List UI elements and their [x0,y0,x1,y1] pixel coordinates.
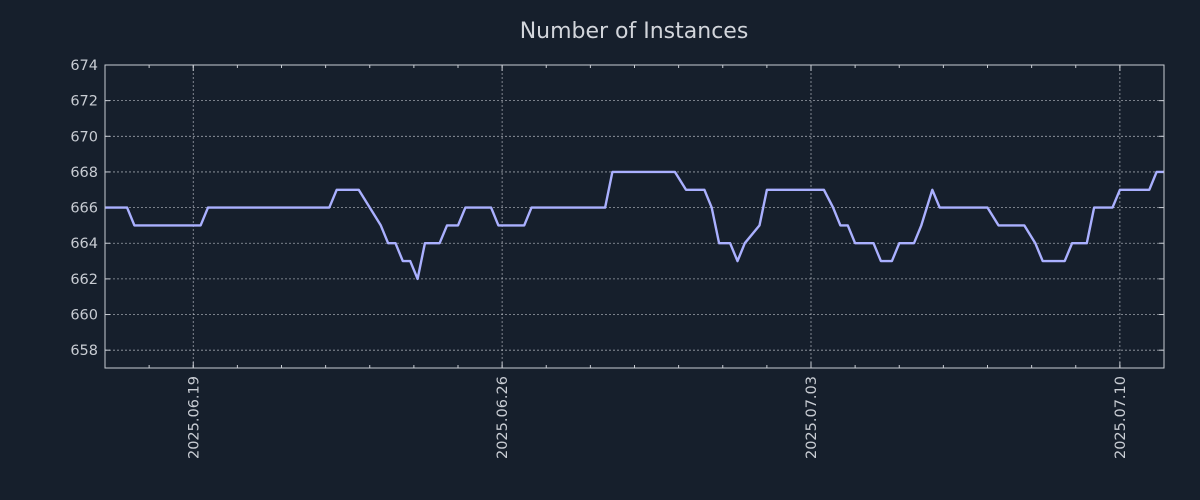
plot-frame [104,64,1165,369]
x-tick-label: 2025.06.26 [495,376,511,459]
line-chart: Number of Instances 658 660 662 664 666 668 67… [70,19,1165,459]
series-layer [105,170,1164,281]
y-tick-label: 662 [70,272,98,288]
y-tick-label: 660 [70,308,98,324]
y-tick-label: 664 [70,236,98,252]
chart-title: Number of Instances [520,19,749,44]
x-tick-label: 2025.06.19 [186,376,202,459]
x-tick-label: 2025.07.03 [804,376,820,459]
y-tick-label: 658 [70,343,98,359]
y-tick-label: 668 [70,165,98,181]
y-tick-label: 666 [70,201,98,217]
y-tick-label: 672 [70,94,98,110]
x-tick-label: 2025.07.10 [1113,376,1129,459]
y-tick-label: 674 [70,58,98,74]
y-tick-label: 670 [70,129,98,145]
x-axis: 2025.06.19 2025.06.26 2025.07.03 2025.07.10 [104,65,1165,459]
series-line-0 [105,170,1164,281]
grid [105,64,1164,368]
